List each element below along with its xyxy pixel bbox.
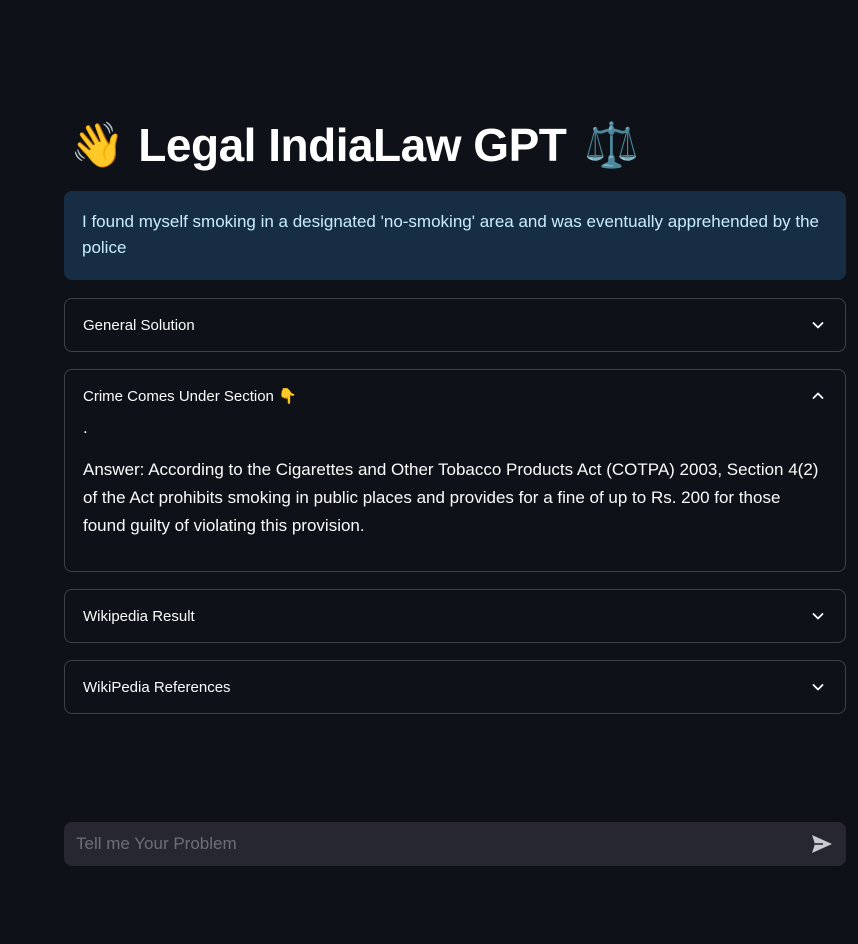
app-page: 👋 Legal IndiaLaw GPT ⚖️ I found myself s… xyxy=(0,0,858,944)
expander-general-solution: General Solution xyxy=(64,298,846,352)
expander-header-wikipedia-references[interactable]: WikiPedia References xyxy=(65,661,845,713)
chevron-down-icon xyxy=(811,609,825,623)
send-button[interactable] xyxy=(810,832,834,856)
expander-label: Wikipedia Result xyxy=(83,607,195,625)
expander-header-wikipedia-result[interactable]: Wikipedia Result xyxy=(65,590,845,642)
expander-header-general-solution[interactable]: General Solution xyxy=(65,299,845,351)
chevron-down-icon xyxy=(811,318,825,332)
chevron-up-icon xyxy=(811,389,825,403)
page-title: 👋 Legal IndiaLaw GPT ⚖️ xyxy=(70,112,639,178)
waving-hand-icon: 👋 xyxy=(70,121,125,170)
expander-wikipedia-references: WikiPedia References xyxy=(64,660,846,714)
page-title-text: Legal IndiaLaw GPT xyxy=(138,119,567,171)
balance-scale-icon: ⚖️ xyxy=(584,121,639,170)
chat-input[interactable] xyxy=(74,833,810,855)
user-query-box: I found myself smoking in a designated '… xyxy=(64,191,846,280)
chat-input-container xyxy=(64,822,846,866)
chevron-down-icon xyxy=(811,680,825,694)
crime-answer-text: Answer: According to the Cigarettes and … xyxy=(83,460,819,535)
body-dot-text: . xyxy=(83,418,88,437)
expander-crime-section: Crime Comes Under Section 👇 . Answer: Ac… xyxy=(64,369,846,572)
expander-label: General Solution xyxy=(83,316,195,334)
expander-wikipedia-result: Wikipedia Result xyxy=(64,589,846,643)
expander-body-crime-section: . Answer: According to the Cigarettes an… xyxy=(65,414,845,556)
expander-label: Crime Comes Under Section 👇 xyxy=(83,388,297,405)
expander-label: WikiPedia References xyxy=(83,678,231,696)
user-query-text: I found myself smoking in a designated '… xyxy=(82,212,820,257)
send-icon xyxy=(812,835,832,853)
